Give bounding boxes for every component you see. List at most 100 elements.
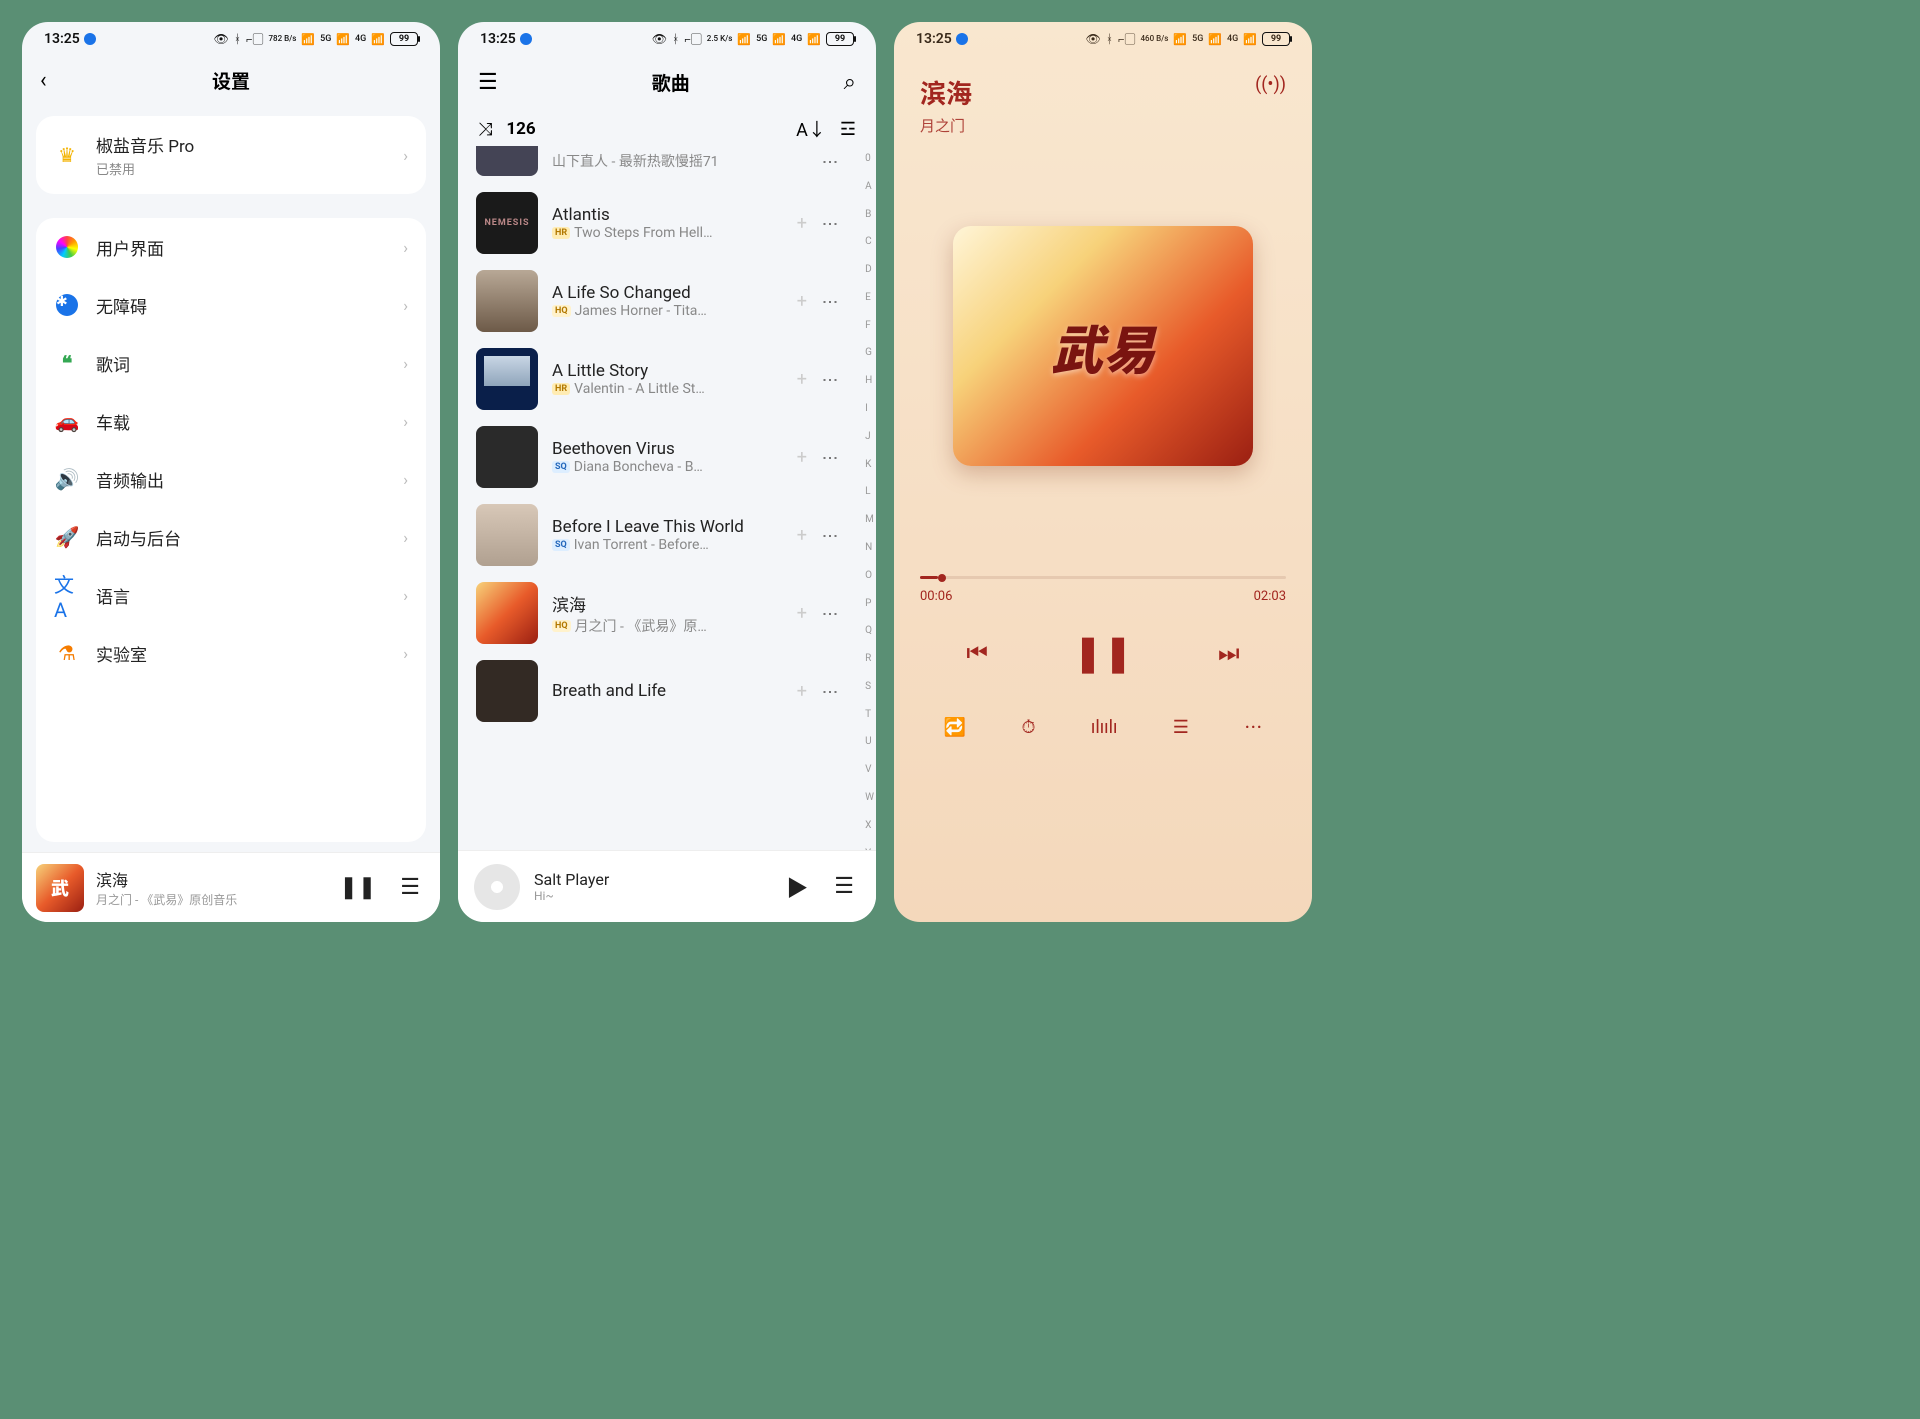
queue-button[interactable]: ☰ [828, 874, 860, 899]
index-letter[interactable]: R [865, 652, 874, 666]
progress-section: 00:06 02:03 [920, 576, 1286, 604]
song-row[interactable]: NEMESISAtlantisHRTwo Steps From Hell…+⋮ [458, 184, 858, 262]
index-letter[interactable]: S [865, 680, 874, 694]
back-button[interactable]: ‹ [40, 68, 47, 93]
previous-button[interactable]: ⏮ [966, 639, 988, 667]
song-more-button[interactable]: ⋮ [821, 606, 840, 620]
mini-title: 滨海 [96, 867, 321, 891]
mini-player[interactable]: 武 滨海 月之门 - 《武易》原创音乐 ❚❚ ☰ [22, 852, 440, 922]
song-list[interactable]: 山下直人 - 最新热歌慢摇71⋮NEMESISAtlantisHRTwo Ste… [458, 146, 876, 922]
index-letter[interactable]: W [865, 791, 874, 805]
menu-button[interactable]: ☰ [478, 70, 498, 95]
index-letter[interactable]: U [865, 735, 874, 749]
mini-cover: 武 [36, 864, 84, 912]
add-button[interactable]: + [797, 213, 807, 234]
song-row[interactable]: A Little StoryHRValentin - A Little St…+… [458, 340, 858, 418]
index-letter[interactable]: V [865, 763, 874, 777]
song-more-button[interactable]: ⋮ [821, 684, 840, 698]
index-letter[interactable]: M [865, 513, 874, 527]
song-row[interactable]: Before I Leave This WorldSQIvan Torrent … [458, 496, 858, 574]
index-letter[interactable]: T [865, 708, 874, 722]
index-letter[interactable]: H [865, 374, 874, 388]
status-time: 13:25 [916, 31, 952, 47]
song-more-button[interactable]: ⋮ [821, 216, 840, 230]
index-letter[interactable]: A [865, 180, 874, 194]
cast-button[interactable]: ((•)) [1255, 74, 1286, 95]
index-letter[interactable]: D [865, 263, 874, 277]
song-more-button[interactable]: ⋮ [821, 372, 840, 386]
pro-card[interactable]: ♛ 椒盐音乐 Pro 已禁用 › [36, 116, 426, 194]
progress-thumb[interactable] [938, 574, 946, 582]
add-button[interactable]: + [797, 603, 807, 624]
quality-badge: HR [552, 383, 570, 395]
song-more-button[interactable]: ⋮ [821, 528, 840, 542]
shuffle-button[interactable]: ⤨ [478, 119, 492, 140]
song-row[interactable]: 山下直人 - 最新热歌慢摇71 ⋮ [458, 146, 858, 184]
chevron-right-icon: › [403, 586, 408, 605]
index-letter[interactable]: L [865, 485, 874, 499]
sort-button[interactable]: A↓ [796, 116, 826, 142]
play-button[interactable]: ▶ [780, 871, 814, 903]
playlist-button[interactable]: ☰ [1173, 717, 1189, 738]
song-more-button[interactable]: ⋮ [821, 294, 840, 308]
status-bar: 13:25 👁ᚼ⌐▢ 2.5 K/s 📶5G📶4G📶 99 [458, 22, 876, 56]
index-letter[interactable]: I [865, 402, 874, 416]
battery-icon: 99 [826, 32, 854, 46]
index-letter[interactable]: O [865, 569, 874, 583]
index-letter[interactable]: F [865, 319, 874, 333]
song-artist: HQJames Horner - Tita… [552, 303, 783, 319]
settings-row-ui[interactable]: 用户界面› [36, 218, 426, 276]
index-letter[interactable]: E [865, 291, 874, 305]
song-row[interactable]: Beethoven VirusSQDiana Boncheva - B…+⋮ [458, 418, 858, 496]
pause-button[interactable]: ❚❚ [333, 875, 382, 900]
index-letter[interactable]: P [865, 597, 874, 611]
index-letter[interactable]: Q [865, 624, 874, 638]
add-button[interactable]: + [797, 525, 807, 546]
battery-icon: 99 [390, 32, 418, 46]
song-artist: 山下直人 - 最新热歌慢摇71 [552, 151, 807, 171]
song-more-button[interactable]: ⋮ [821, 450, 840, 464]
queue-button[interactable]: ☰ [394, 875, 426, 900]
add-button[interactable]: + [797, 447, 807, 468]
add-button[interactable]: + [797, 369, 807, 390]
song-row[interactable]: A Life So ChangedHQJames Horner - Tita… +… [458, 262, 858, 340]
settings-row-accessibility[interactable]: ✱无障碍› [36, 276, 426, 334]
timer-button[interactable]: ⏱ [1021, 717, 1035, 738]
pause-button[interactable]: ❚❚ [1073, 632, 1133, 674]
song-row[interactable]: Breath and Life+⋮ [458, 652, 858, 730]
speaker-icon: 🔊 [54, 466, 80, 492]
settings-row-lab[interactable]: ⚗实验室› [36, 624, 426, 682]
progress-fill [920, 576, 938, 579]
index-letter[interactable]: 0 [865, 152, 874, 166]
settings-row-language[interactable]: 文A语言› [36, 566, 426, 624]
seek-bar[interactable] [920, 576, 1286, 579]
settings-row-audio[interactable]: 🔊音频输出› [36, 450, 426, 508]
equalizer-button[interactable]: ılıılı [1091, 717, 1118, 738]
settings-row-car[interactable]: 🚗车载› [36, 392, 426, 450]
secondary-controls: 🔁 ⏱ ılıılı ☰ ⋯ [916, 714, 1290, 740]
status-dot-icon [956, 33, 968, 45]
index-letter[interactable]: N [865, 541, 874, 555]
index-letter[interactable]: X [865, 819, 874, 833]
settings-row-boot[interactable]: 🚀启动与后台› [36, 508, 426, 566]
lyrics-icon: ❝ [54, 350, 80, 376]
index-letter[interactable]: C [865, 235, 874, 249]
settings-row-lyrics[interactable]: ❝歌词› [36, 334, 426, 392]
repeat-button[interactable]: 🔁 [944, 717, 966, 738]
song-more-button[interactable]: ⋮ [821, 154, 840, 168]
song-title: A Life So Changed [552, 283, 783, 303]
mini-player[interactable]: Salt Player Hi~ ▶ ☰ [458, 850, 876, 922]
index-letter[interactable]: B [865, 208, 874, 222]
add-button[interactable]: + [797, 681, 807, 702]
index-letter[interactable]: G [865, 346, 874, 360]
search-button[interactable]: ⌕ [844, 70, 856, 95]
index-letter[interactable]: J [865, 430, 874, 444]
next-button[interactable]: ⏭ [1218, 639, 1240, 667]
song-row[interactable]: 滨海HQ月之门 - 《武易》原…+⋮ [458, 574, 858, 652]
index-scrollbar[interactable]: 0ABCDEFGHIJKLMNOPQRSTUVWXYZ# [865, 150, 874, 918]
more-button[interactable]: ⋯ [1244, 714, 1262, 740]
view-toggle-button[interactable]: ☲ [840, 119, 856, 140]
add-button[interactable]: + [797, 291, 807, 312]
index-letter[interactable]: K [865, 458, 874, 472]
quality-badge: SQ [552, 539, 570, 551]
